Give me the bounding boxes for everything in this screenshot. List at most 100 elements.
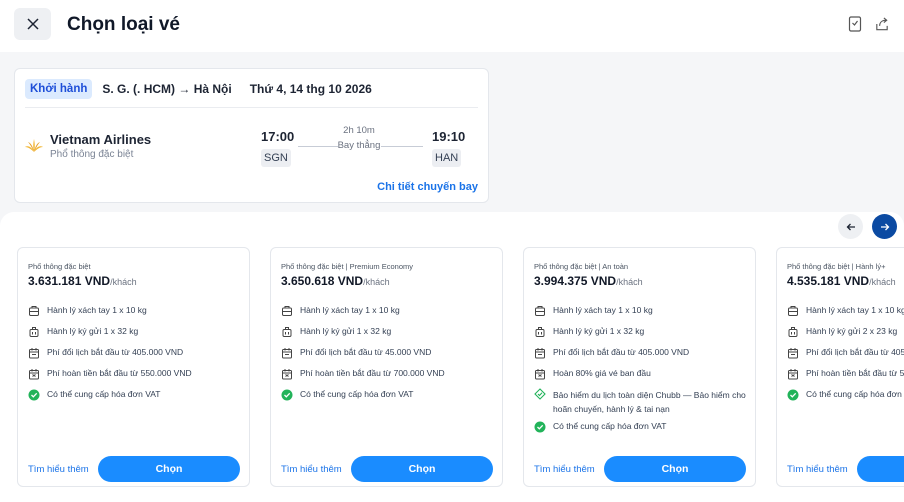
fare-feature: Có thể cung cấp hóa đơn VAT (534, 420, 749, 441)
flight-duration: 2h 10m (343, 125, 375, 136)
fare-price: 3.994.375 VND/khách (534, 274, 643, 288)
fare-feature: Hành lý ký gửi 1 x 32 kg (534, 325, 749, 346)
fare-price-unit: /khách (869, 277, 896, 287)
fare-feature-text: Phí đổi lịch bắt đầu từ 405.000 VND (553, 347, 690, 357)
top-bar: Chọn loại vé (0, 0, 904, 52)
learn-more-link[interactable]: Tìm hiểu thêm (534, 464, 595, 475)
fare-name: Phổ thông đặc biệt | Hành lý+ (787, 262, 886, 271)
fare-feature: Có thể cung cấp hóa đơn VAT (281, 388, 496, 409)
insurance-icon (534, 388, 546, 400)
fare-card[interactable]: Phổ thông đặc biệt | Premium Economy 3.65… (270, 247, 503, 487)
departure-time: 17:00 (261, 129, 295, 144)
fare-feature: Phí hoàn tiền bắt đầu từ 550.000 VND (787, 367, 904, 388)
bookmark-icon[interactable] (848, 16, 864, 32)
route-line-right (381, 146, 423, 147)
airline-name: Vietnam Airlines (50, 132, 152, 147)
fare-feature-text: Hành lý ký gửi 1 x 32 kg (300, 326, 392, 336)
fare-price-value: 4.535.181 VND (787, 274, 870, 288)
fare-feature: Hành lý xách tay 1 x 10 kg (534, 304, 749, 325)
fare-card[interactable]: Phổ thông đặc biệt | Hành lý+ 4.535.181 V… (776, 247, 904, 487)
fare-feature: Phí đổi lịch bắt đầu từ 405.000 VND (787, 346, 904, 367)
fare-feature-text: Bảo hiểm du lịch toàn diện Chubb — Bảo h… (553, 390, 746, 414)
fare-feature-text: Hành lý xách tay 1 x 10 kg (553, 305, 653, 315)
carousel-prev-button[interactable] (838, 214, 863, 239)
fare-class-label: Phổ thông đặc biệt (50, 149, 134, 160)
arrival-airport-code: HAN (432, 149, 462, 167)
refund-icon (28, 368, 40, 380)
fare-feature: Phí đổi lịch bắt đầu từ 405.000 VND (534, 346, 749, 367)
fare-feature: Hành lý ký gửi 2 x 23 kg (787, 325, 904, 346)
fare-feature-text: Hành lý ký gửi 1 x 32 kg (553, 326, 645, 336)
fare-feature: Bảo hiểm du lịch toàn diện Chubb — Bảo h… (534, 388, 749, 420)
fare-feature: Có thể cung cấp hóa đơn VAT (787, 388, 904, 409)
fare-card[interactable]: Phổ thông đặc biệt 3.631.181 VND/khách Hàn… (17, 247, 250, 487)
carry-on-bag-icon (28, 305, 40, 317)
refund-icon (534, 368, 546, 380)
close-icon (26, 18, 39, 30)
learn-more-link[interactable]: Tìm hiểu thêm (787, 464, 848, 475)
fare-feature: Hành lý ký gửi 1 x 32 kg (28, 325, 243, 346)
fare-feature: Hoàn 80% giá vé ban đầu (534, 367, 749, 388)
fare-feature-text: Phí đổi lịch bắt đầu từ 45.000 VND (300, 347, 432, 357)
choose-fare-button[interactable]: Chọn (857, 456, 904, 482)
fare-feature: Hành lý ký gửi 1 x 32 kg (281, 325, 496, 346)
flight-date: Thứ 4, 14 thg 10 2026 (249, 82, 372, 96)
page-title: Chọn loại vé (67, 14, 180, 35)
fare-price: 3.631.181 VND/khách (28, 274, 137, 288)
fare-feature-text: Phí hoàn tiền bắt đầu từ 700.000 VND (300, 368, 445, 378)
choose-fare-button[interactable]: Chọn (604, 456, 746, 482)
fare-feature: Phí đổi lịch bắt đầu từ 405.000 VND (28, 346, 243, 367)
fare-name: Phổ thông đặc biệt | An toàn (534, 262, 629, 271)
calendar-change-icon (787, 347, 799, 359)
depart-badge: Khởi hành (25, 79, 93, 99)
fare-card[interactable]: Phổ thông đặc biệt | An toàn 3.994.375 VN… (523, 247, 756, 487)
fare-price-value: 3.650.618 VND (281, 274, 364, 288)
share-icon[interactable] (874, 16, 890, 32)
fare-name: Phổ thông đặc biệt | Premium Economy (281, 262, 414, 271)
fare-features-list: Hành lý xách tay 1 x 10 kg Hành lý ký gửi… (534, 304, 749, 441)
fare-features-list: Hành lý xách tay 1 x 10 kg Hành lý ký gửi… (28, 304, 243, 409)
fare-name: Phổ thông đặc biệt (28, 262, 91, 271)
fare-feature-text: Hoàn 80% giá vé ban đầu (553, 368, 651, 378)
refund-icon (787, 368, 799, 380)
checked-bag-icon (787, 326, 799, 338)
flight-details-link[interactable]: Chi tiết chuyến bay (377, 181, 478, 193)
fare-feature-text: Phí đổi lịch bắt đầu từ 405.000 VND (806, 347, 904, 357)
fare-feature-text: Hành lý xách tay 1 x 10 kg (47, 305, 147, 315)
fare-price-unit: /khách (363, 277, 390, 287)
fare-feature-text: Phí hoàn tiền bắt đầu từ 550.000 VND (47, 368, 192, 378)
fare-features-list: Hành lý xách tay 1 x 10 kg Hành lý ký gửi… (281, 304, 496, 409)
arrow-right-icon (880, 223, 889, 230)
carry-on-bag-icon (534, 305, 546, 317)
close-button[interactable] (14, 8, 51, 40)
fare-feature-text: Hành lý ký gửi 2 x 23 kg (806, 326, 898, 336)
fare-feature-text: Phí hoàn tiền bắt đầu từ 550.000 VND (806, 368, 904, 378)
choose-fare-button[interactable]: Chọn (98, 456, 240, 482)
fare-feature: Phí hoàn tiền bắt đầu từ 700.000 VND (281, 367, 496, 388)
fare-feature: Phí hoàn tiền bắt đầu từ 550.000 VND (28, 367, 243, 388)
fare-price-unit: /khách (616, 277, 643, 287)
check-circle-icon (787, 389, 799, 401)
fare-price-value: 3.994.375 VND (534, 274, 617, 288)
calendar-change-icon (281, 347, 293, 359)
fare-feature: Phí đổi lịch bắt đầu từ 45.000 VND (281, 346, 496, 367)
fare-feature: Có thể cung cấp hóa đơn VAT (28, 388, 243, 409)
fare-feature: Hành lý xách tay 1 x 10 kg (28, 304, 243, 325)
departure-airport-code: SGN (261, 149, 291, 167)
airline-logo-icon (24, 137, 44, 153)
carousel-next-button[interactable] (872, 214, 897, 239)
carry-on-bag-icon (787, 305, 799, 317)
check-circle-icon (28, 389, 40, 401)
divider (25, 107, 478, 108)
learn-more-link[interactable]: Tìm hiểu thêm (28, 464, 89, 475)
learn-more-link[interactable]: Tìm hiểu thêm (281, 464, 342, 475)
calendar-change-icon (28, 347, 40, 359)
fare-feature-text: Có thể cung cấp hóa đơn VAT (300, 389, 414, 399)
choose-fare-button[interactable]: Chọn (351, 456, 493, 482)
fare-feature-text: Có thể cung cấp hóa đơn VAT (806, 389, 904, 399)
checked-bag-icon (534, 326, 546, 338)
fare-feature: Hành lý xách tay 1 x 10 kg (281, 304, 496, 325)
fare-price: 4.535.181 VND/khách (787, 274, 896, 288)
fare-feature-text: Hành lý ký gửi 1 x 32 kg (47, 326, 139, 336)
arrival-time: 19:10 (432, 129, 466, 144)
